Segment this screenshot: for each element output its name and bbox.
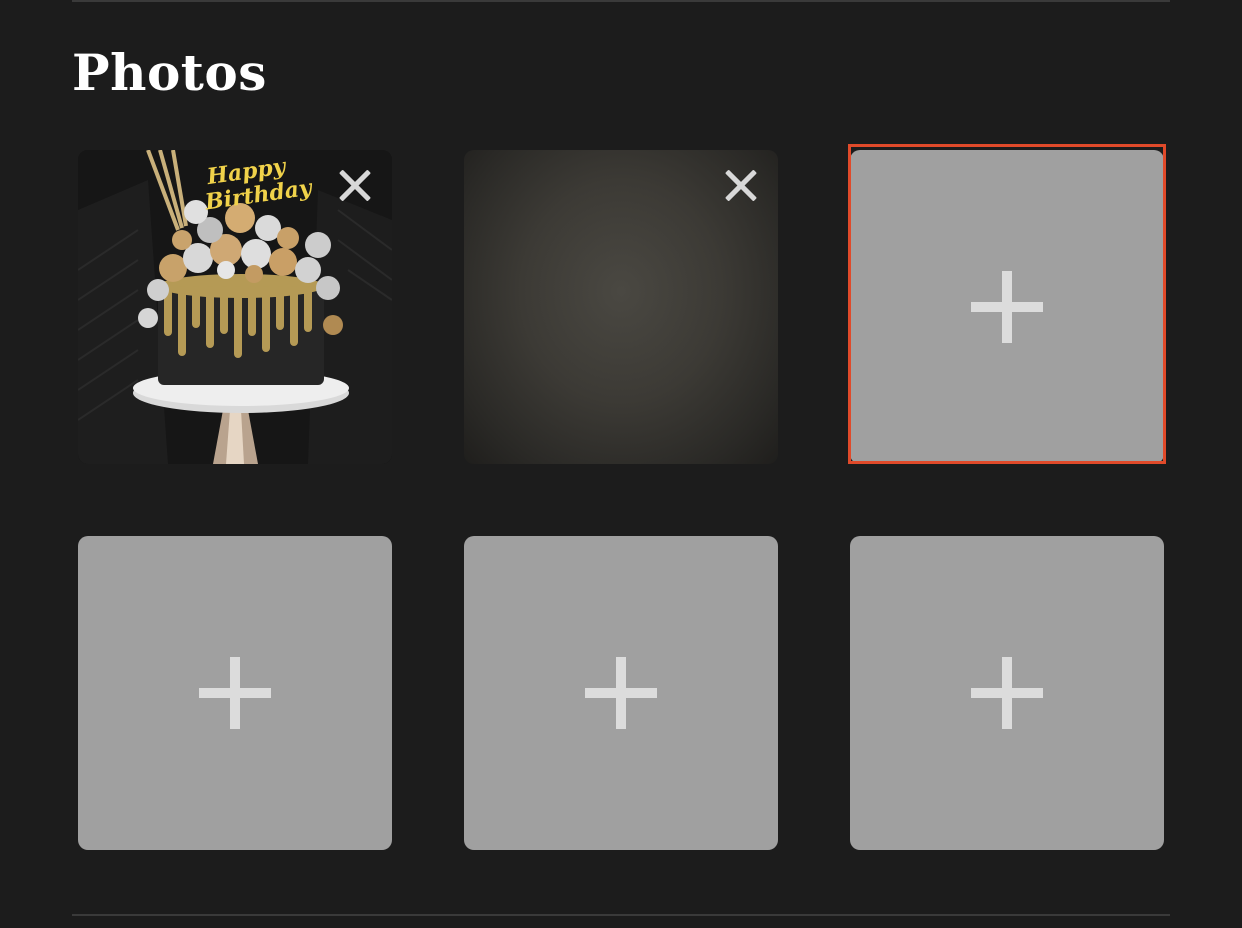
section-title: Photos xyxy=(72,43,267,102)
photo-slot-1[interactable]: Happy Birthday xyxy=(78,150,392,464)
remove-photo-2-button[interactable] xyxy=(720,166,760,206)
remove-photo-1-button[interactable] xyxy=(334,166,374,206)
plus-icon xyxy=(971,271,1043,343)
photo-slot-4-add[interactable] xyxy=(78,536,392,850)
photo-slot-2[interactable] xyxy=(464,150,778,464)
bottom-divider xyxy=(72,914,1170,916)
photos-section: Photos Happy Birthday xyxy=(0,0,1242,928)
plus-icon xyxy=(199,657,271,729)
plus-icon xyxy=(971,657,1043,729)
top-divider xyxy=(72,0,1170,2)
plus-icon xyxy=(585,657,657,729)
photo-slot-5-add[interactable] xyxy=(464,536,778,850)
photo-slot-6-add[interactable] xyxy=(850,536,1164,850)
photo-slot-3-add[interactable] xyxy=(850,150,1164,464)
